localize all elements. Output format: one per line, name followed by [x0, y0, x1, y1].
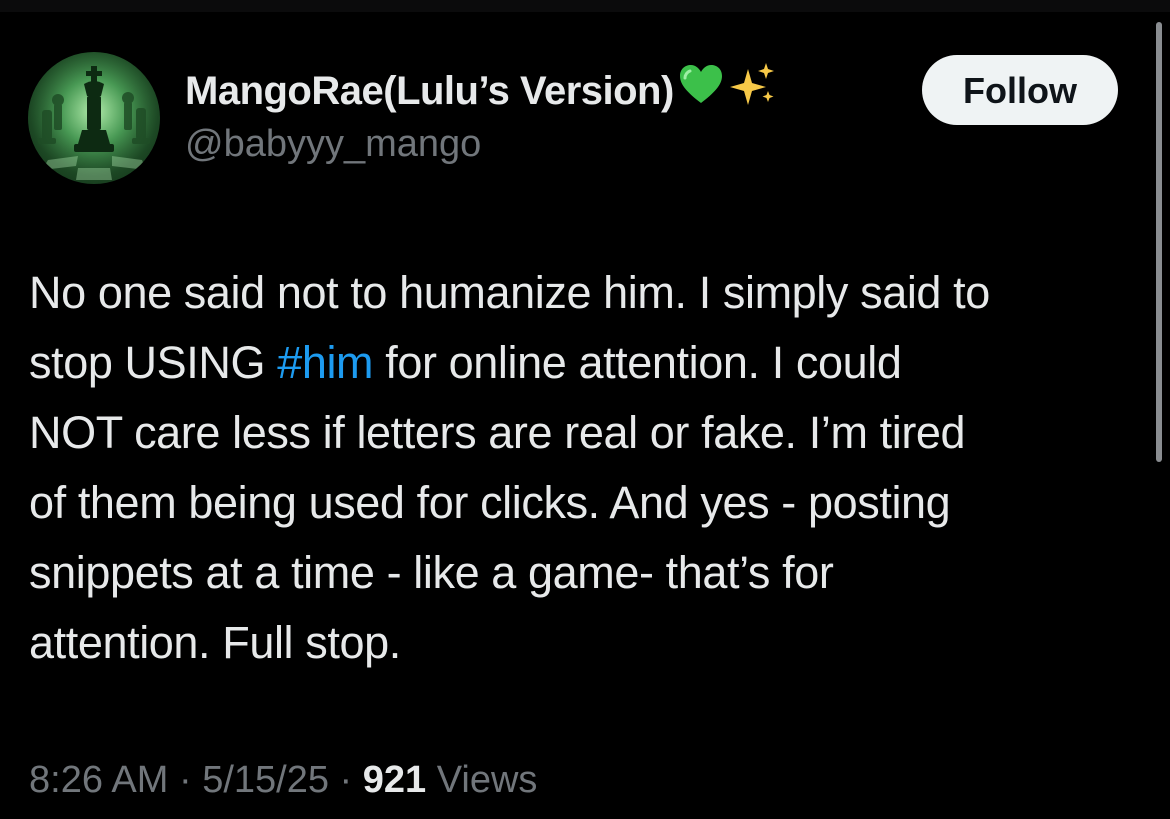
tweet-text-segment: for online attention. I could — [373, 337, 902, 388]
tweet-text: No one said not to humanize him. I simpl… — [29, 258, 1154, 678]
avatar[interactable] — [28, 52, 160, 184]
meta-separator: · — [329, 759, 363, 801]
views-count[interactable]: 921 — [363, 759, 426, 801]
display-name[interactable]: MangoRae(Lulu’s Version) — [185, 61, 776, 123]
tweet-line: snippets at a time - like a game- that’s… — [29, 538, 1154, 608]
tweet-time[interactable]: 8:26 AM — [29, 759, 168, 801]
scrollbar[interactable] — [1156, 22, 1162, 462]
chess-king-icon — [28, 52, 160, 184]
tweet-text-segment: snippets at a time - like a game- that’s… — [29, 547, 834, 598]
user-handle[interactable]: @babyyy_mango — [185, 120, 481, 168]
meta-separator: · — [168, 759, 203, 801]
green-heart-icon — [678, 63, 724, 118]
top-strip — [0, 0, 1170, 12]
tweet-line: of them being used for clicks. And yes -… — [29, 468, 1154, 538]
tweet-text-segment: attention. Full stop. — [29, 617, 401, 668]
tweet-text-segment: NOT care less if letters are real or fak… — [29, 407, 966, 458]
tweet-text-segment: of them being used for clicks. And yes -… — [29, 477, 951, 528]
tweet-line: attention. Full stop. — [29, 608, 1154, 678]
tweet-text-segment: No one said not to humanize him. I simpl… — [29, 267, 990, 318]
tweet-meta: 8:26 AM · 5/15/25 · 921 Views — [29, 755, 537, 805]
tweet-date[interactable]: 5/15/25 — [202, 759, 329, 801]
hashtag-link[interactable]: #him — [277, 337, 373, 388]
follow-button[interactable]: Follow — [922, 55, 1118, 125]
tweet-line: No one said not to humanize him. I simpl… — [29, 258, 1154, 328]
display-name-text[interactable]: MangoRae(Lulu’s Version) — [185, 69, 674, 113]
tweet-text-segment: stop USING — [29, 337, 278, 388]
tweet-line: stop USING #him for online attention. I … — [29, 328, 1154, 398]
tweet-line: NOT care less if letters are real or fak… — [29, 398, 1154, 468]
views-label[interactable]: Views — [426, 759, 538, 801]
sparkles-icon — [728, 61, 776, 120]
